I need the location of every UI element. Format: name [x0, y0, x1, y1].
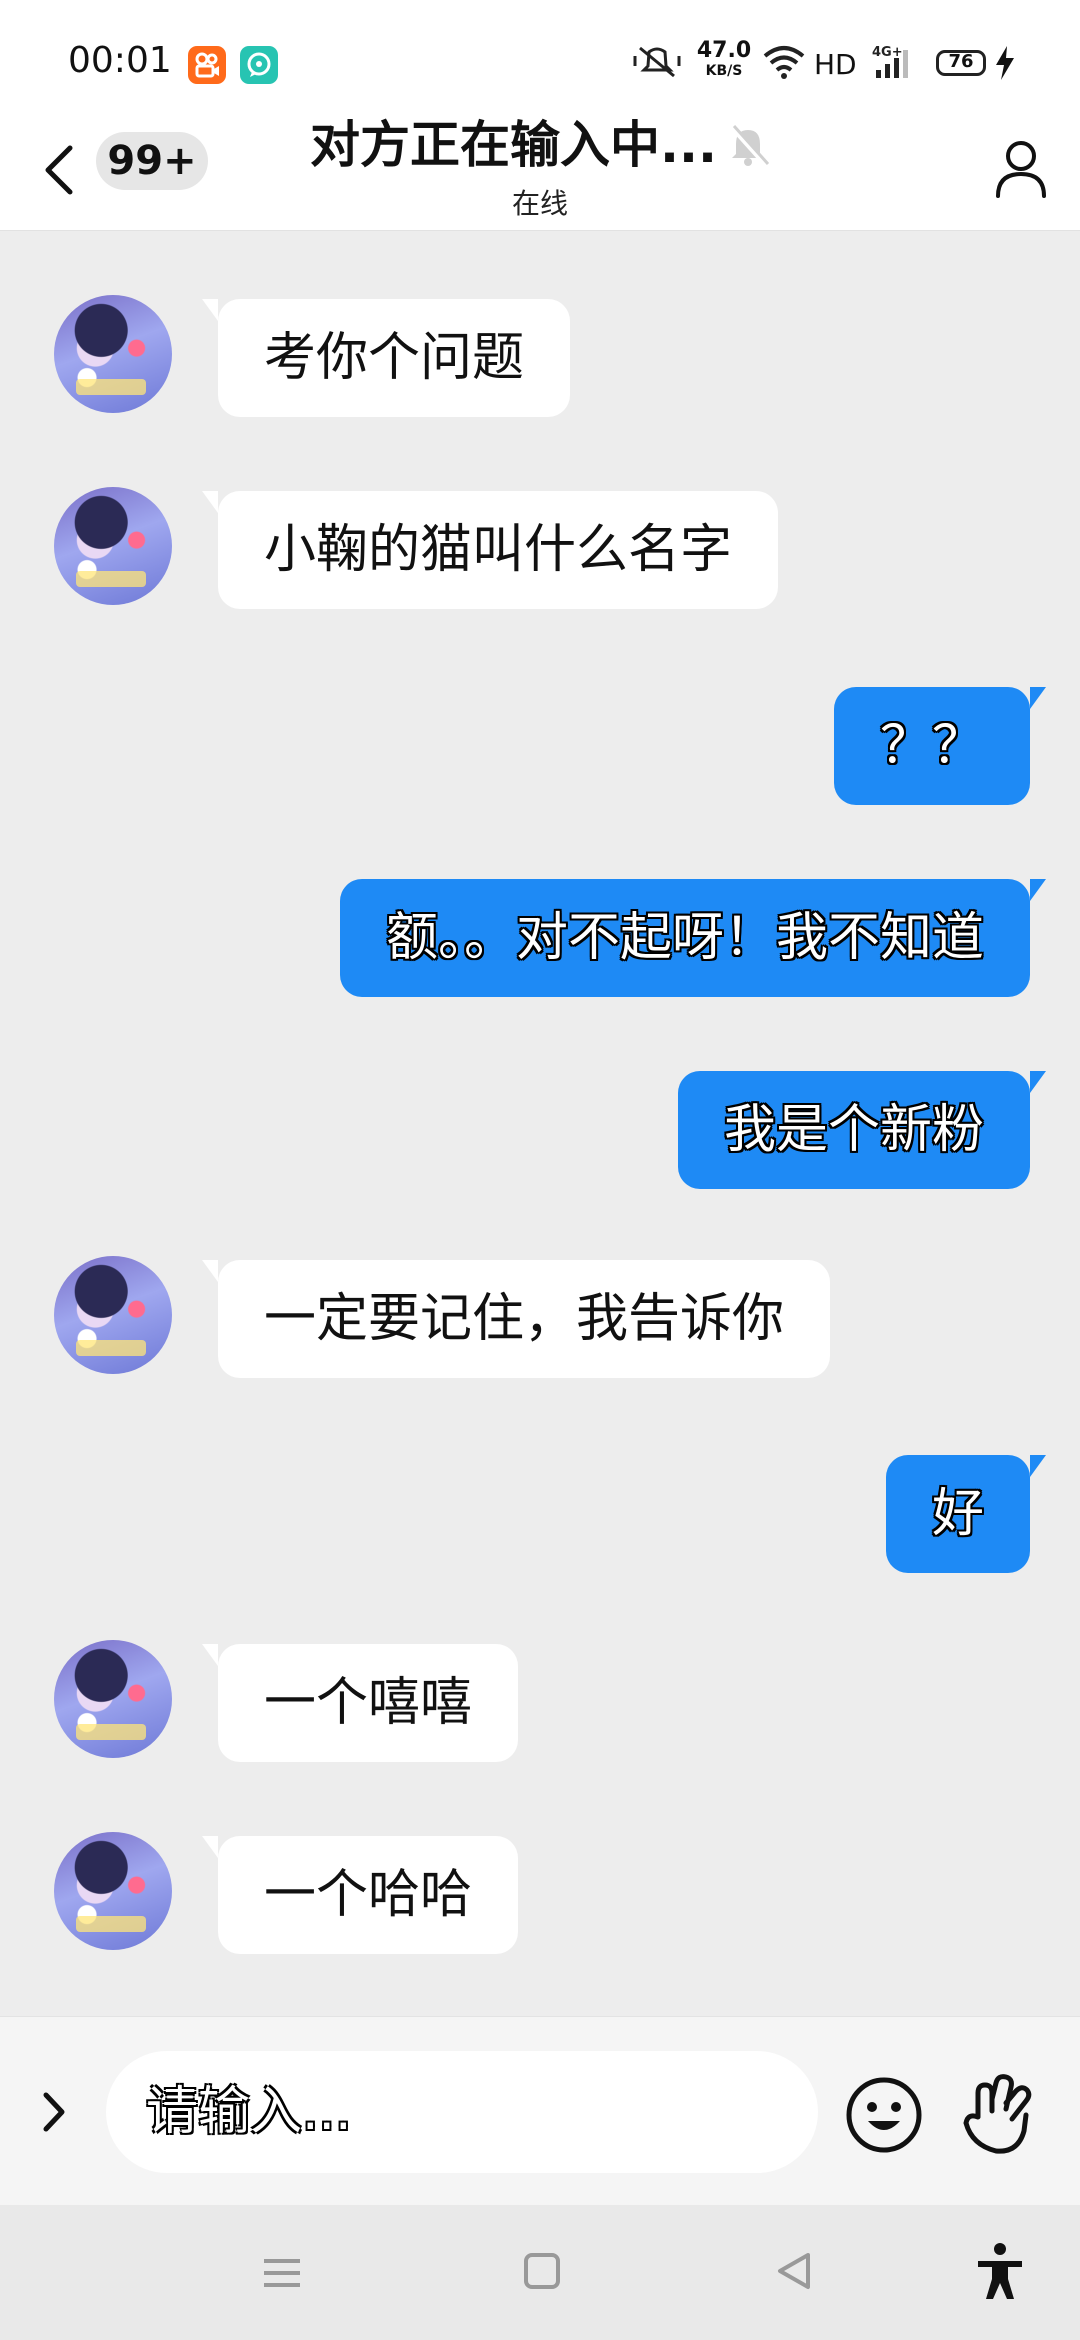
avatar[interactable]	[54, 1640, 172, 1758]
bell-muted-icon	[726, 116, 770, 178]
message-row: 好	[0, 1455, 1080, 1575]
back-button[interactable]	[30, 130, 90, 210]
status-bar: 00:01 47.0 KB/S HD 4G+ 76	[0, 0, 1080, 110]
battery-level: 76	[948, 51, 974, 72]
message-bubble-incoming[interactable]: 考你个问题	[201, 299, 571, 417]
vibrate-off-icon	[632, 44, 682, 84]
hand-gesture-icon	[963, 2074, 1032, 2154]
message-row: 一个哈哈	[0, 1832, 1080, 1954]
avatar[interactable]	[54, 1256, 172, 1374]
signal-icon: 4G+	[872, 44, 920, 84]
network-speed: 47.0 KB/S	[694, 38, 754, 79]
hd-indicator: HD	[814, 48, 857, 81]
expand-button[interactable]	[34, 2085, 74, 2139]
chevron-right-icon	[43, 2092, 65, 2132]
message-row: 小鞠的猫叫什么名字	[0, 487, 1080, 609]
network-type: 4G+	[872, 45, 903, 60]
emoji-button[interactable]	[842, 2073, 926, 2157]
input-bar	[0, 2016, 1080, 2205]
avatar[interactable]	[54, 295, 172, 413]
message-bubble-incoming[interactable]: 一个哈哈	[201, 1836, 519, 1954]
message-row: 一个嘻嘻	[0, 1640, 1080, 1762]
unread-count-badge[interactable]: 99+	[96, 132, 208, 190]
person-icon	[996, 141, 1046, 198]
wifi-icon	[762, 44, 806, 84]
home-square-icon[interactable]	[520, 2249, 564, 2297]
message-row: 一定要记住，我告诉你	[0, 1256, 1080, 1378]
message-bubble-outgoing[interactable]: 我是个新粉	[677, 1071, 1047, 1189]
chevron-left-icon	[45, 145, 73, 195]
message-row: 额。。对不起呀！我不知道	[0, 879, 1080, 999]
system-nav-bar	[0, 2205, 1080, 2340]
message-input[interactable]	[106, 2051, 818, 2173]
battery-icon: 76	[936, 50, 986, 76]
chat-app-icon	[240, 46, 278, 84]
network-speed-unit: KB/S	[705, 63, 743, 79]
back-triangle-icon[interactable]	[772, 2249, 816, 2297]
message-row: ？？	[0, 687, 1080, 807]
gesture-button[interactable]	[956, 2069, 1040, 2159]
message-bubble-outgoing[interactable]: 好	[885, 1455, 1047, 1573]
message-bubble-incoming[interactable]: 一个嘻嘻	[201, 1644, 519, 1762]
menu-icon[interactable]	[260, 2251, 304, 2299]
kuaishou-icon	[188, 46, 226, 84]
network-speed-value: 47.0	[696, 38, 752, 63]
message-bubble-outgoing[interactable]: ？？	[833, 687, 1047, 805]
message-bubble-outgoing[interactable]: 额。。对不起呀！我不知道	[339, 879, 1047, 997]
smiley-icon	[846, 2077, 922, 2153]
message-row: 我是个新粉	[0, 1071, 1080, 1191]
charging-icon	[994, 46, 1016, 84]
accessibility-icon[interactable]	[972, 2241, 1028, 2305]
profile-button[interactable]	[986, 130, 1056, 210]
chat-title: 对方正在输入中...	[310, 116, 717, 174]
avatar[interactable]	[54, 1832, 172, 1950]
message-bubble-incoming[interactable]: 小鞠的猫叫什么名字	[201, 491, 779, 609]
message-row: 考你个问题	[0, 295, 1080, 417]
avatar[interactable]	[54, 487, 172, 605]
message-bubble-incoming[interactable]: 一定要记住，我告诉你	[201, 1260, 831, 1378]
message-list[interactable]: 考你个问题 小鞠的猫叫什么名字 ？？ 额。。对不起呀！我不知道 我是个新粉 一定…	[0, 231, 1080, 2015]
online-status: 在线	[511, 187, 568, 220]
chat-header: 99+ 对方正在输入中... 在线	[0, 110, 1080, 231]
status-time: 00:01	[68, 40, 172, 81]
